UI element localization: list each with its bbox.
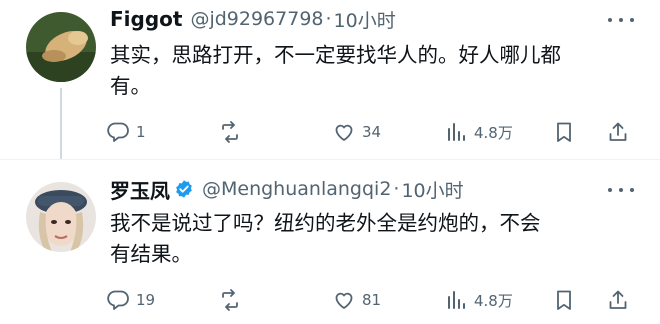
view-count: 4.8万 [474, 123, 513, 142]
more-icon[interactable] [608, 10, 634, 30]
thread-connector [60, 88, 62, 160]
reply-count: 19 [136, 291, 156, 309]
views-icon [448, 291, 465, 309]
tweet-text-line: 其实，思路打开，不一定要找华人的。好人哪儿都 [110, 43, 561, 67]
reply-icon [107, 290, 129, 310]
like-button[interactable]: 34 [332, 120, 381, 144]
display-name[interactable]: Figgot [110, 7, 182, 31]
tweet-text-line: 我不是说过了吗？纽约的老外全是约炮的，不会 [110, 211, 541, 235]
timestamp[interactable]: 10小时 [401, 176, 463, 203]
reply-count: 1 [136, 123, 146, 141]
verified-badge-icon [176, 180, 192, 198]
share-icon [609, 122, 627, 141]
display-name[interactable]: 罗玉凤 [110, 175, 170, 204]
like-icon [335, 124, 353, 141]
timestamp[interactable]: 10小时 [334, 6, 396, 33]
separator: · [393, 178, 400, 200]
reply-button[interactable]: 1 [106, 120, 146, 144]
bookmark-icon [557, 122, 571, 142]
tweet-2[interactable]: 罗玉凤 @Menghuanlangqi2 · 10小时 我不是说过了吗？纽约的老… [0, 160, 660, 324]
retweet-icon [222, 121, 238, 143]
like-icon [335, 292, 353, 309]
action-bar: 19 81 4.8万 [106, 288, 636, 312]
tweet-text-line: 有。 [110, 74, 151, 98]
tweet-text: 我不是说过了吗？纽约的老外全是约炮的，不会 有结果。 [110, 208, 630, 270]
bookmark-icon [557, 290, 571, 310]
avatar-image [26, 182, 96, 252]
tweet-text: 其实，思路打开，不一定要找华人的。好人哪儿都 有。 [110, 40, 630, 102]
tweet-text-line: 有结果。 [110, 242, 192, 266]
like-count: 34 [362, 123, 382, 141]
tweet-header: Figgot @jd92967798 · 10小时 [110, 6, 396, 32]
bookmark-button[interactable] [552, 120, 576, 144]
tweet-1[interactable]: Figgot @jd92967798 · 10小时 其实，思路打开，不一定要找华… [0, 0, 660, 160]
user-handle[interactable]: @jd92967798 [190, 8, 323, 30]
retweet-button[interactable] [218, 288, 242, 312]
retweet-icon [222, 289, 238, 311]
share-button[interactable] [606, 120, 630, 144]
tweet-header: 罗玉凤 @Menghuanlangqi2 · 10小时 [110, 175, 464, 204]
more-icon[interactable] [608, 180, 634, 200]
like-count: 81 [362, 291, 382, 309]
avatar-image [26, 12, 96, 82]
reply-button[interactable]: 19 [106, 288, 155, 312]
avatar[interactable] [26, 12, 96, 82]
share-button[interactable] [606, 288, 630, 312]
bookmark-button[interactable] [552, 288, 576, 312]
share-icon [609, 290, 627, 309]
separator: · [325, 8, 332, 30]
like-button[interactable]: 81 [332, 288, 381, 312]
retweet-button[interactable] [218, 120, 242, 144]
reply-icon [107, 122, 129, 142]
avatar[interactable] [26, 182, 96, 252]
view-count: 4.8万 [474, 291, 513, 310]
views-button[interactable]: 4.8万 [444, 288, 513, 312]
views-icon [448, 123, 465, 141]
action-bar: 1 34 4.8万 [106, 120, 636, 144]
views-button[interactable]: 4.8万 [444, 120, 513, 144]
user-handle[interactable]: @Menghuanlangqi2 [202, 178, 391, 200]
